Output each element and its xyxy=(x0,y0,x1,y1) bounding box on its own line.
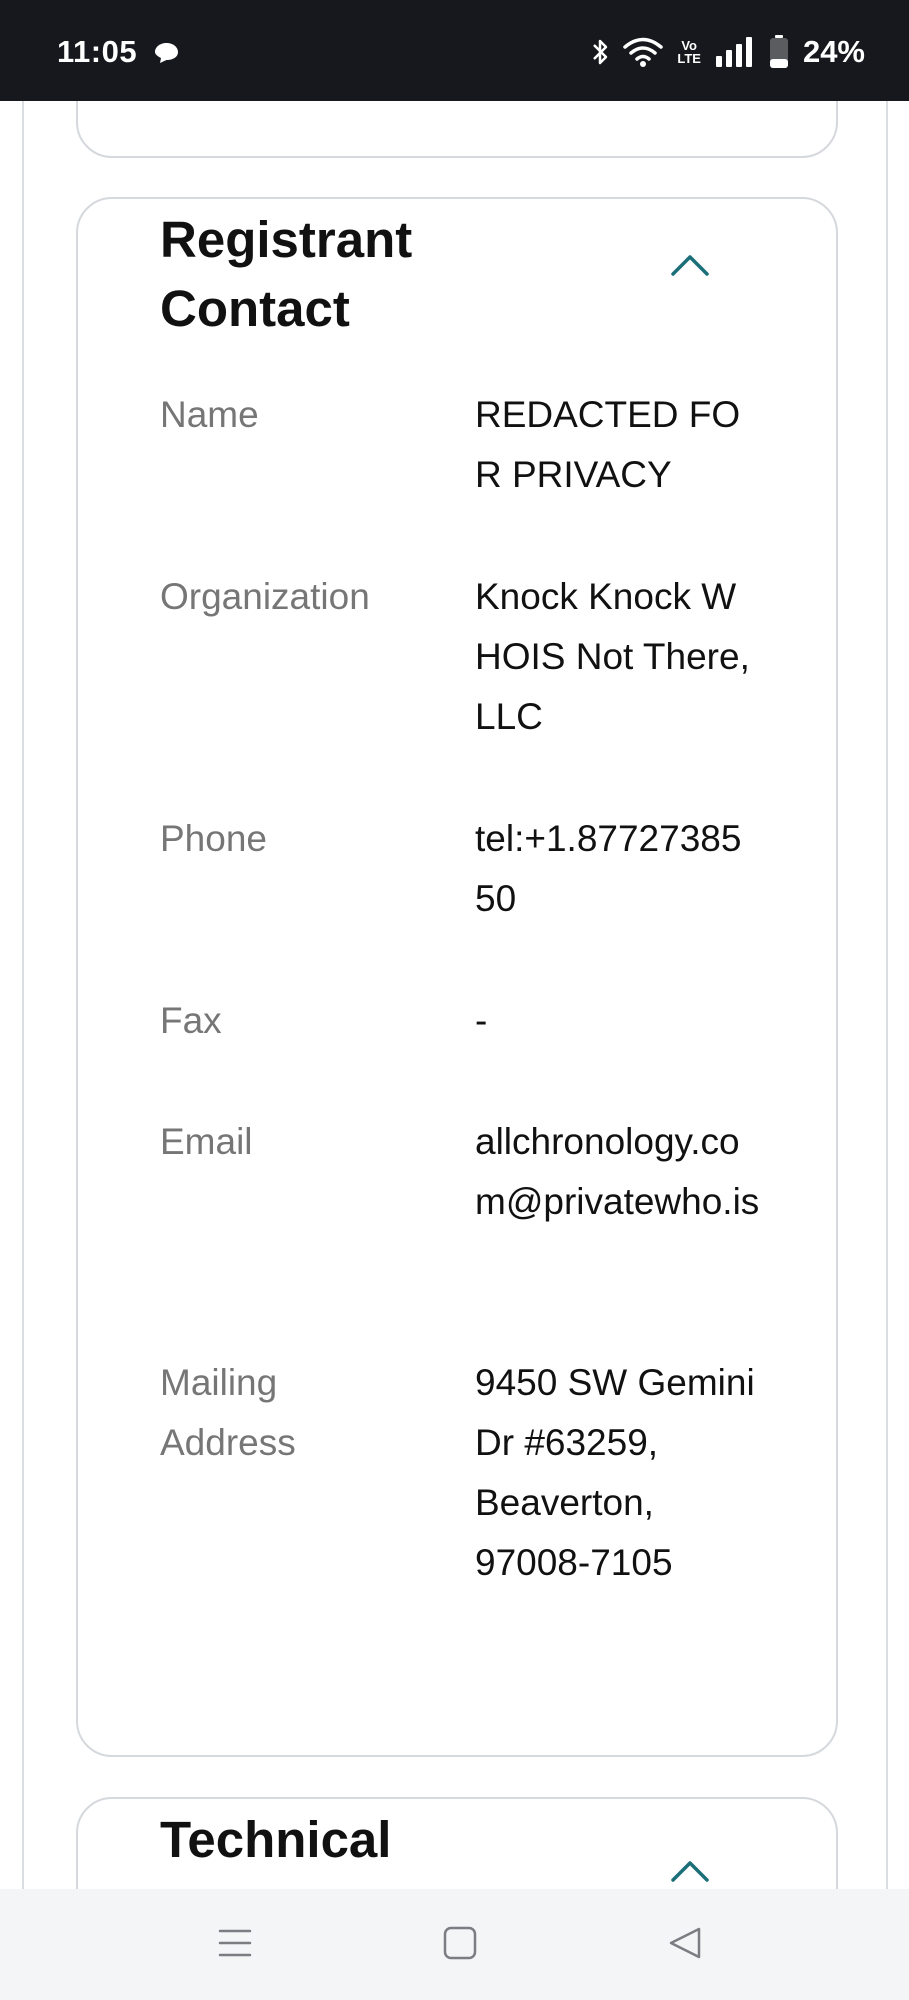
back-icon[interactable] xyxy=(668,1926,702,1960)
home-icon[interactable] xyxy=(443,1926,477,1960)
field-label: Name xyxy=(160,394,259,435)
volte-bottom-label: LTE xyxy=(677,51,701,66)
wifi-icon xyxy=(623,37,664,67)
section-title[interactable]: Registrant Contact xyxy=(160,205,490,343)
field-label: Fax xyxy=(160,1000,222,1041)
field-value[interactable]: tel:+1.8772738550 xyxy=(475,809,760,929)
section-title[interactable]: Technical Contact xyxy=(160,1805,490,1889)
registrant-contact-card: Registrant Contact Name REDACTED FOR PRI… xyxy=(76,197,838,1757)
field-value: Knock Knock WHOIS Not There, LLC xyxy=(475,576,750,737)
field-label: Email xyxy=(160,1121,253,1162)
bluetooth-icon xyxy=(593,39,608,65)
navigation-bar xyxy=(0,1889,909,2000)
signal-icon xyxy=(715,37,752,67)
menu-icon[interactable] xyxy=(218,1926,252,1960)
field-value[interactable]: allchronology.com@privatewho.is xyxy=(475,1112,760,1232)
field-value: - xyxy=(475,1000,488,1041)
previous-section-card xyxy=(76,101,838,158)
status-time: 11:05 xyxy=(57,34,138,69)
chevron-up-icon[interactable] xyxy=(670,253,710,277)
field-label: Mailing Address xyxy=(160,1362,296,1463)
page-content: Registrant Contact Name REDACTED FOR PRI… xyxy=(22,101,888,1889)
technical-contact-card: Technical Contact xyxy=(76,1797,838,1889)
field-label: Phone xyxy=(160,818,267,859)
volte-icon: Vo LTE xyxy=(677,39,701,65)
chevron-up-icon[interactable] xyxy=(670,1859,710,1883)
field-label: Organization xyxy=(160,576,370,617)
field-value: REDACTED FOR PRIVACY xyxy=(475,394,741,495)
battery-percentage: 24% xyxy=(802,34,865,69)
status-icons: Vo LTE 24% xyxy=(577,30,865,74)
status-bar: 11:05 Vo LTE 24% xyxy=(0,0,909,101)
field-value: 9450 SW Gemini Dr #63259, Beaverton, 970… xyxy=(475,1362,755,1583)
battery-icon xyxy=(769,35,788,68)
message-icon xyxy=(155,43,178,63)
